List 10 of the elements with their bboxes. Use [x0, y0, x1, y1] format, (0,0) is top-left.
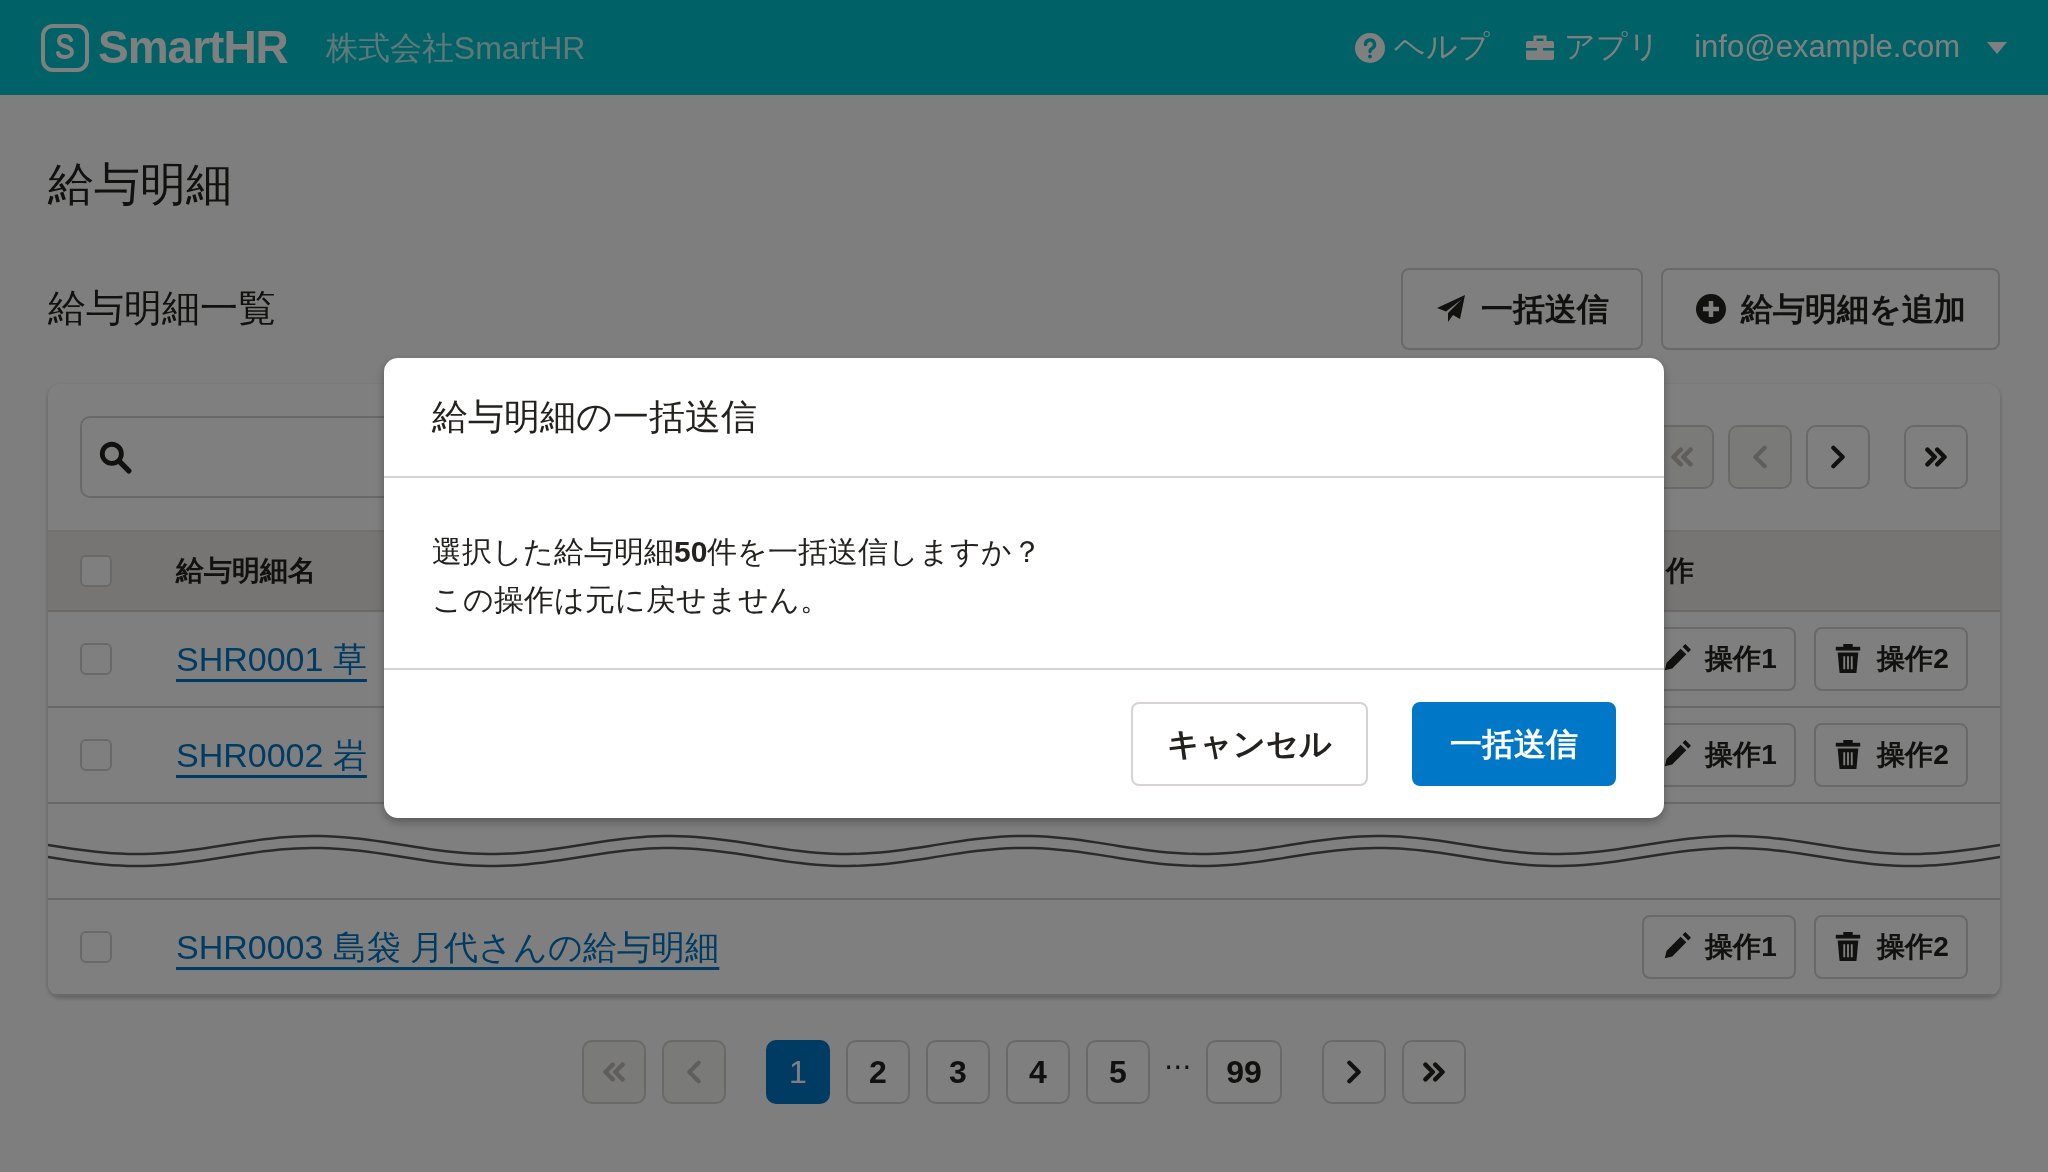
dialog-message: この操作は元に戻せません。	[432, 583, 830, 616]
logo-text: SmartHR	[98, 20, 288, 75]
column-header: 作	[1666, 555, 1694, 587]
company-name: 株式会社SmartHR	[325, 28, 586, 68]
column-header: 給与明細名	[176, 555, 316, 587]
page-title: 給与明細	[48, 157, 233, 212]
section-title: 給与明細一覧	[48, 286, 276, 332]
dialog-message: 選択した給与明細50件を一括送信しますか？	[432, 535, 1043, 568]
dialog-title: 給与明細の一括送信	[432, 396, 757, 437]
ellipsis: ⋯	[1164, 1050, 1192, 1085]
